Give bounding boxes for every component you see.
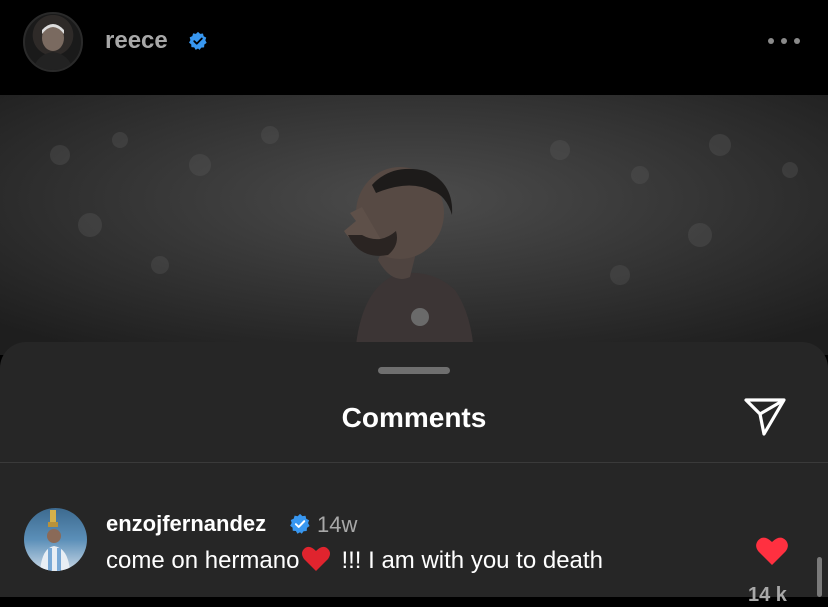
verified-badge-icon (189, 31, 207, 50)
comments-sheet: Comments enzojfernandez 14w come on herm… (0, 342, 828, 606)
header-username[interactable]: reece (105, 27, 168, 55)
comment-text-before: come on hermano (106, 547, 300, 574)
player-photo-illustration (0, 95, 828, 355)
comment-item: enzojfernandez 14w come on hermano !!! I … (0, 502, 828, 606)
post-image[interactable] (0, 95, 828, 355)
sheet-drag-handle[interactable] (378, 367, 450, 374)
comment-text-after: !!! I am with you to death (341, 547, 603, 574)
like-heart-icon[interactable] (755, 535, 789, 567)
sheet-divider (0, 462, 828, 463)
send-icon[interactable] (742, 394, 788, 438)
more-options-button[interactable] (764, 28, 804, 54)
comment-avatar[interactable] (24, 508, 87, 571)
post-header: reece (0, 0, 828, 95)
red-heart-emoji-icon (302, 546, 331, 571)
comment-timestamp: 14w (317, 512, 358, 537)
scrollbar[interactable] (817, 557, 822, 597)
comment-text: come on hermano !!! I am with you to deat… (106, 545, 603, 575)
profile-avatar[interactable] (23, 12, 83, 72)
verified-badge-icon (290, 513, 310, 534)
comments-title: Comments (341, 402, 487, 433)
comment-username[interactable]: enzojfernandez (106, 511, 266, 537)
comment-like-count: 14 k (748, 584, 787, 606)
